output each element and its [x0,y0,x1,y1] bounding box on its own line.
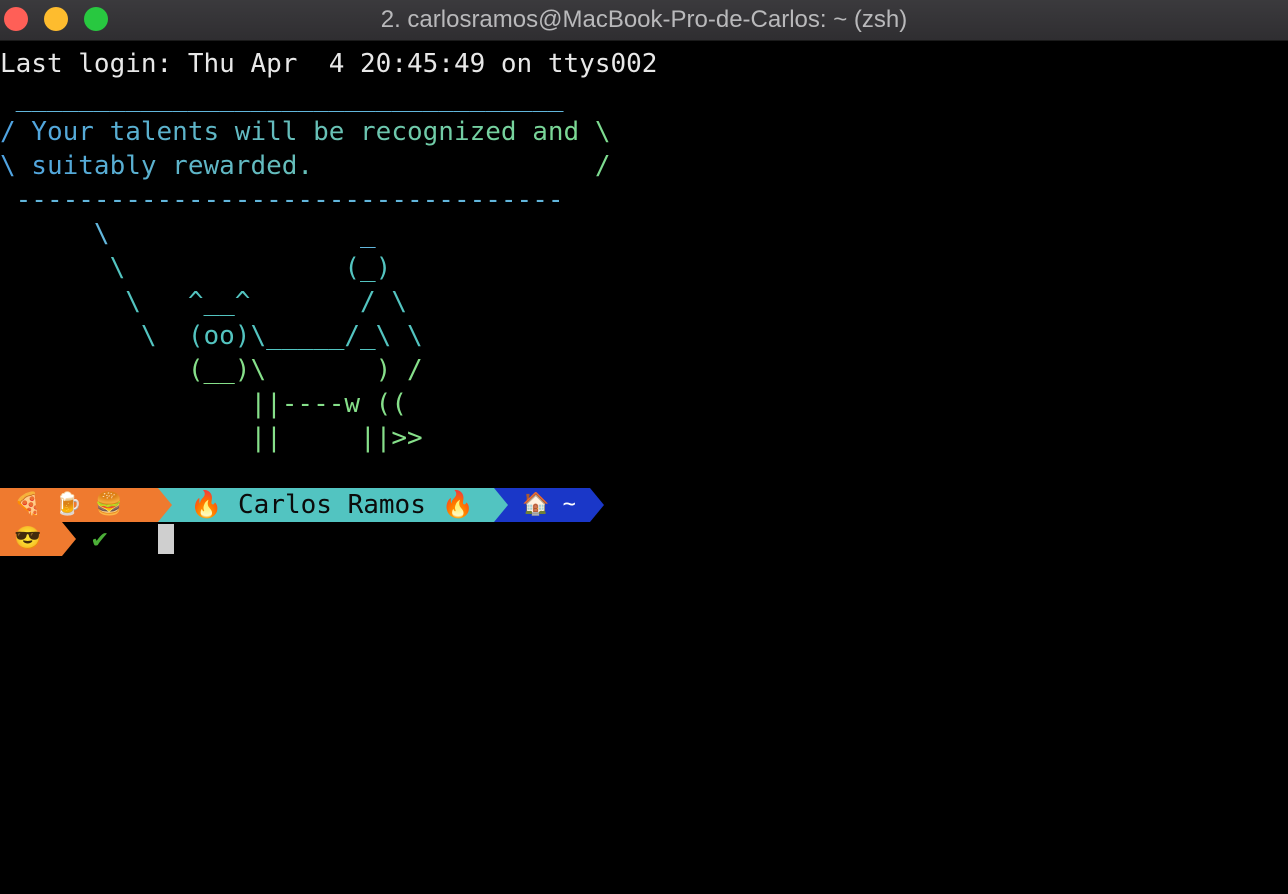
cow-art-line: \ (_) [0,253,392,283]
cow-art-line: \ _ [0,219,376,249]
powerline-separator-icon [494,488,508,522]
cow-art-line: \ ^__^ / \ [0,287,407,317]
prompt-directory-segment: 🏠 ~ [494,488,590,522]
speech-bubble-bottom: ----------------------------------- [0,185,564,215]
checkmark-icon: ✔ [92,524,108,554]
speech-bubble-line-1: / Your talents will be recognized and \ [0,117,611,147]
powerline-separator-icon [590,488,604,522]
prompt-status-emoji: 😎 [0,522,62,556]
cow-art-line: ||----w (( [0,389,407,419]
last-login-line: Last login: Thu Apr 4 20:45:49 on ttys00… [0,49,658,79]
chevron-right-icon [62,530,72,548]
terminal-output[interactable]: Last login: Thu Apr 4 20:45:49 on ttys00… [0,47,1288,894]
prompt-emoji-segment: 🍕 🍺 🍔 [0,488,158,522]
cow-art-line: || ||>> [0,423,423,453]
speech-bubble-line-2: \ suitably rewarded. / [0,151,611,181]
text-cursor[interactable] [158,524,174,554]
speech-bubble-top: ___________________________________ [0,83,564,113]
window-title: 2. carlosramos@MacBook-Pro-de-Carlos: ~ … [380,6,908,33]
prompt-user-segment: 🔥 Carlos Ramos 🔥 [158,488,494,522]
cow-art-line: \ (oo)\_____/_\ \ [0,321,423,351]
cow-art-line: (__)\ ) / [0,355,423,385]
powerline-separator-icon [158,488,172,522]
title-bar: 2. carlosramos@MacBook-Pro-de-Carlos: ~ … [0,0,1288,41]
